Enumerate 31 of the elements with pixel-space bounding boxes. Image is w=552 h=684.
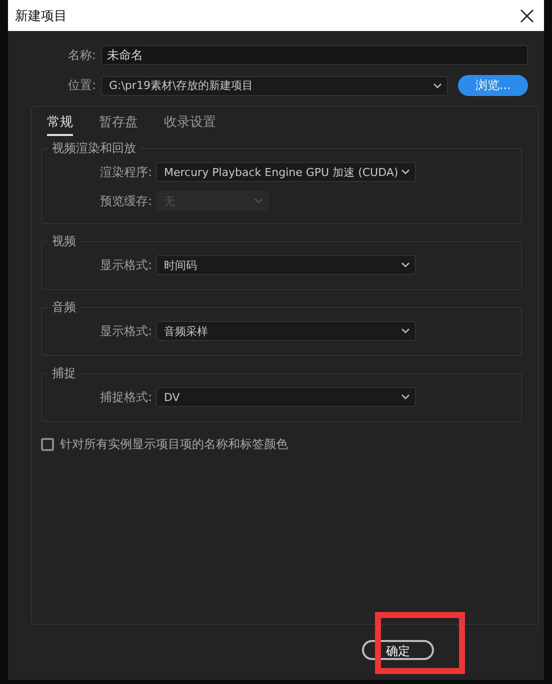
setting-dropdown[interactable]: DV <box>156 387 416 407</box>
group-title: 捕捉 <box>48 365 80 382</box>
group-title: 音频 <box>48 299 80 316</box>
chevron-icon <box>433 82 442 88</box>
tab[interactable]: 暂存盘 <box>99 111 138 136</box>
tab[interactable]: 收录设置 <box>164 111 216 136</box>
chevron-icon <box>401 328 410 334</box>
name-label: 名称: <box>66 46 96 64</box>
chevron-icon <box>401 262 410 268</box>
name-field[interactable]: 未命名 <box>101 45 528 65</box>
location-dropdown[interactable]: G:\pr19素材\存放的新建项目 <box>101 76 448 96</box>
location-label: 位置: <box>66 77 96 94</box>
setting-dropdown[interactable]: 时间码 <box>156 255 416 275</box>
setting-label: 预览缓存: <box>98 192 152 210</box>
ok-button[interactable]: 确定 <box>362 640 434 660</box>
setting-label: 捕捉格式: <box>98 388 152 406</box>
setting-label: 渲染程序: <box>98 164 152 180</box>
group-title: 视频 <box>48 233 80 250</box>
setting-dropdown[interactable]: 音频采样 <box>156 321 416 341</box>
chevron-icon <box>401 394 410 400</box>
setting-label: 显示格式: <box>98 256 152 274</box>
checkbox[interactable] <box>41 438 54 451</box>
chevron-icon <box>254 198 263 204</box>
setting-dropdown[interactable]: Mercury Playback Engine GPU 加速 (CUDA) <box>156 162 416 182</box>
group-title: 视频渲染和回放 <box>48 140 140 157</box>
window-title: 新建项目 <box>15 8 67 24</box>
chevron-icon <box>401 169 410 175</box>
close-button[interactable] <box>518 6 536 24</box>
tab[interactable]: 常规 <box>47 111 73 136</box>
checkbox-label: 针对所有实例显示项目项的名称和标签颜色 <box>60 436 288 453</box>
setting-label: 显示格式: <box>98 322 152 340</box>
